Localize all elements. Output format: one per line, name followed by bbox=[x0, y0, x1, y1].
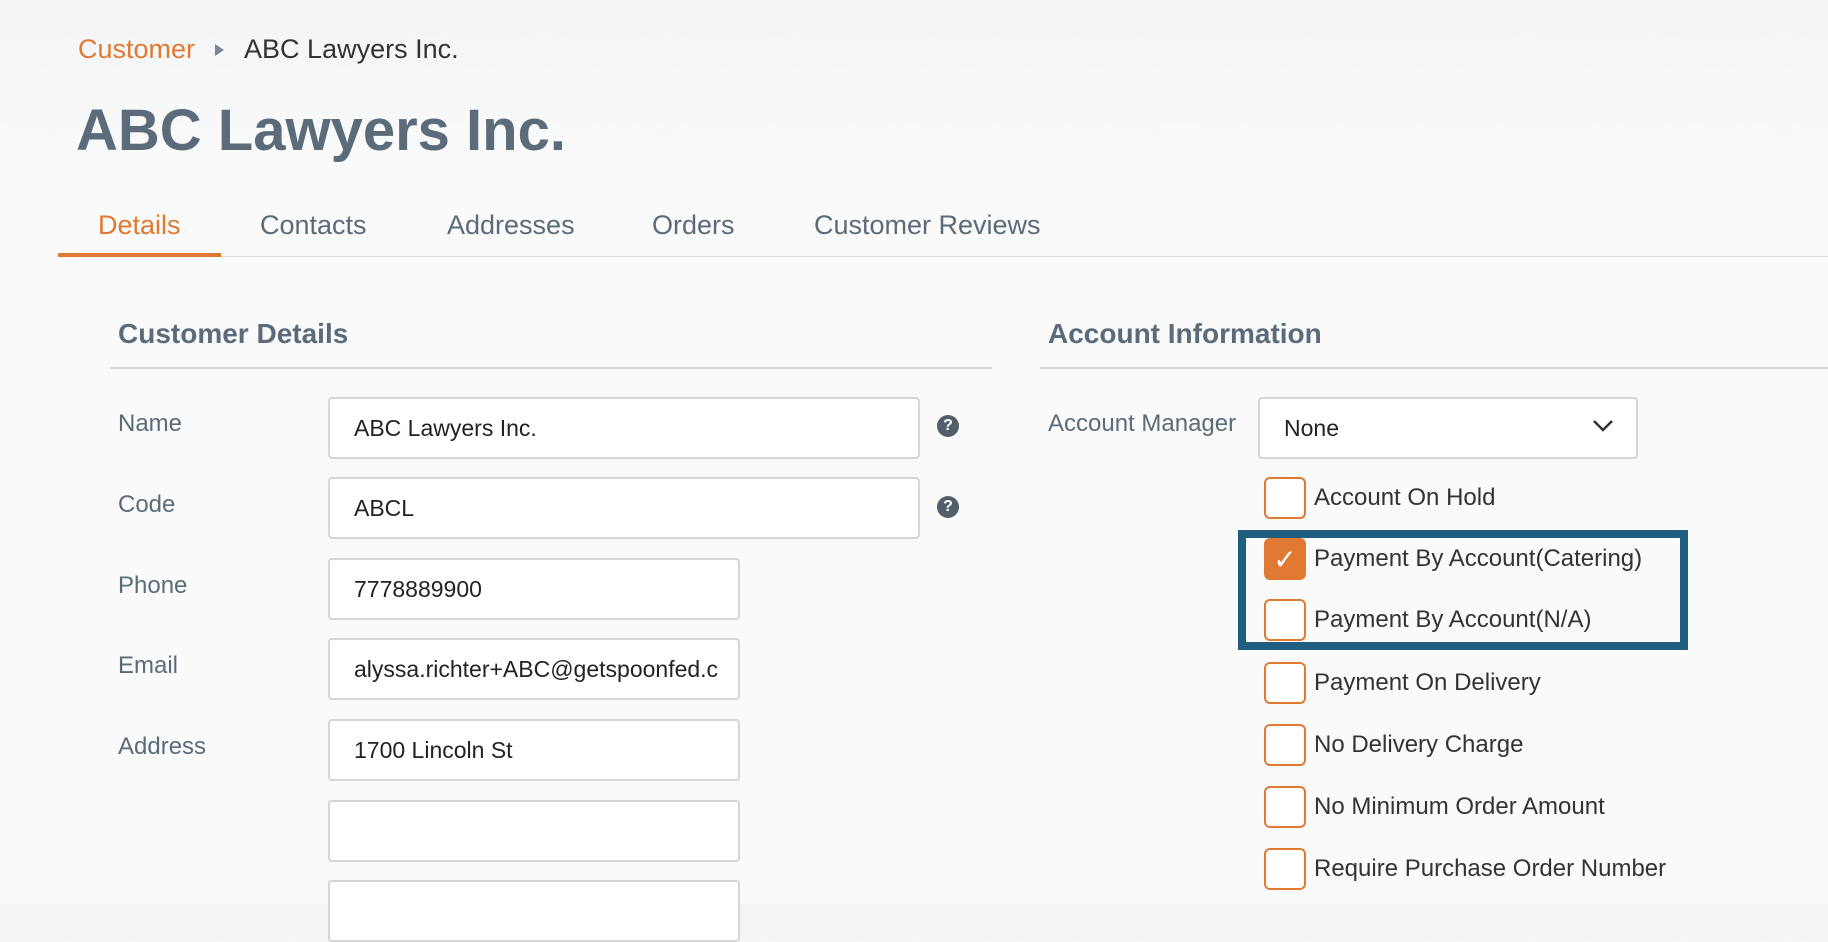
checkbox-label: Payment On Delivery bbox=[1314, 669, 1541, 696]
checkbox-box[interactable] bbox=[1264, 848, 1306, 890]
checkbox-box[interactable] bbox=[1264, 662, 1306, 704]
code-help-icon[interactable]: ? bbox=[937, 496, 959, 518]
address-line1-input[interactable]: 1700 Lincoln St bbox=[328, 719, 740, 781]
checkbox-account-on-hold[interactable]: Account On Hold bbox=[1264, 476, 1495, 520]
checkbox-no-delivery-charge[interactable]: No Delivery Charge bbox=[1264, 723, 1523, 767]
account-information-heading: Account Information bbox=[1048, 318, 1322, 349]
code-label: Code bbox=[118, 491, 176, 518]
account-manager-label: Account Manager bbox=[1048, 410, 1237, 437]
breadcrumb-customer-link[interactable]: Customer bbox=[78, 34, 195, 65]
checkbox-label: No Delivery Charge bbox=[1314, 731, 1524, 758]
breadcrumb: Customer ABC Lawyers Inc. bbox=[78, 34, 459, 65]
address-line3-input[interactable] bbox=[328, 880, 740, 942]
checkbox-no-minimum-order-amount[interactable]: No Minimum Order Amount bbox=[1264, 785, 1605, 829]
tab-bar: Details Contacts Addresses Orders Custom… bbox=[58, 200, 1828, 257]
breadcrumb-current: ABC Lawyers Inc. bbox=[244, 34, 459, 64]
customer-details-divider bbox=[110, 367, 992, 369]
checkbox-box[interactable] bbox=[1264, 477, 1306, 519]
phone-label: Phone bbox=[118, 572, 188, 599]
address-label: Address bbox=[118, 733, 207, 760]
tab-contacts[interactable]: Contacts bbox=[260, 210, 367, 241]
checkbox-require-purchase-order-number[interactable]: Require Purchase Order Number bbox=[1264, 847, 1666, 891]
name-input[interactable]: ABC Lawyers Inc. bbox=[328, 397, 920, 459]
name-help-icon[interactable]: ? bbox=[937, 415, 959, 437]
customer-details-heading: Customer Details bbox=[118, 318, 349, 349]
email-input[interactable]: alyssa.richter+ABC@getspoonfed.c bbox=[328, 638, 740, 700]
account-information-divider bbox=[1040, 367, 1828, 369]
phone-input[interactable]: 7778889900 bbox=[328, 558, 740, 620]
tab-orders[interactable]: Orders bbox=[652, 210, 735, 241]
page-title: ABC Lawyers Inc. bbox=[76, 98, 566, 163]
checkbox-label: Account On Hold bbox=[1314, 484, 1496, 511]
address-line2-input[interactable] bbox=[328, 800, 740, 862]
account-manager-value: None bbox=[1284, 415, 1339, 441]
checkbox-label: Require Purchase Order Number bbox=[1314, 855, 1667, 882]
checkbox-payment-on-delivery[interactable]: Payment On Delivery bbox=[1264, 661, 1541, 705]
checkbox-box[interactable] bbox=[1264, 724, 1306, 766]
code-input[interactable]: ABCL bbox=[328, 477, 920, 539]
name-label: Name bbox=[118, 410, 183, 437]
tab-customer-reviews[interactable]: Customer Reviews bbox=[814, 210, 1041, 241]
breadcrumb-separator-icon bbox=[215, 43, 225, 56]
email-label: Email bbox=[118, 652, 179, 679]
checkbox-label: No Minimum Order Amount bbox=[1314, 793, 1605, 820]
active-tab-indicator bbox=[58, 253, 221, 257]
tab-addresses[interactable]: Addresses bbox=[447, 210, 575, 241]
chevron-down-icon bbox=[1593, 420, 1613, 432]
checkbox-box[interactable] bbox=[1264, 786, 1306, 828]
tab-details[interactable]: Details bbox=[98, 210, 181, 241]
highlight-annotation-box bbox=[1238, 530, 1688, 650]
account-manager-select[interactable]: None bbox=[1258, 397, 1638, 459]
